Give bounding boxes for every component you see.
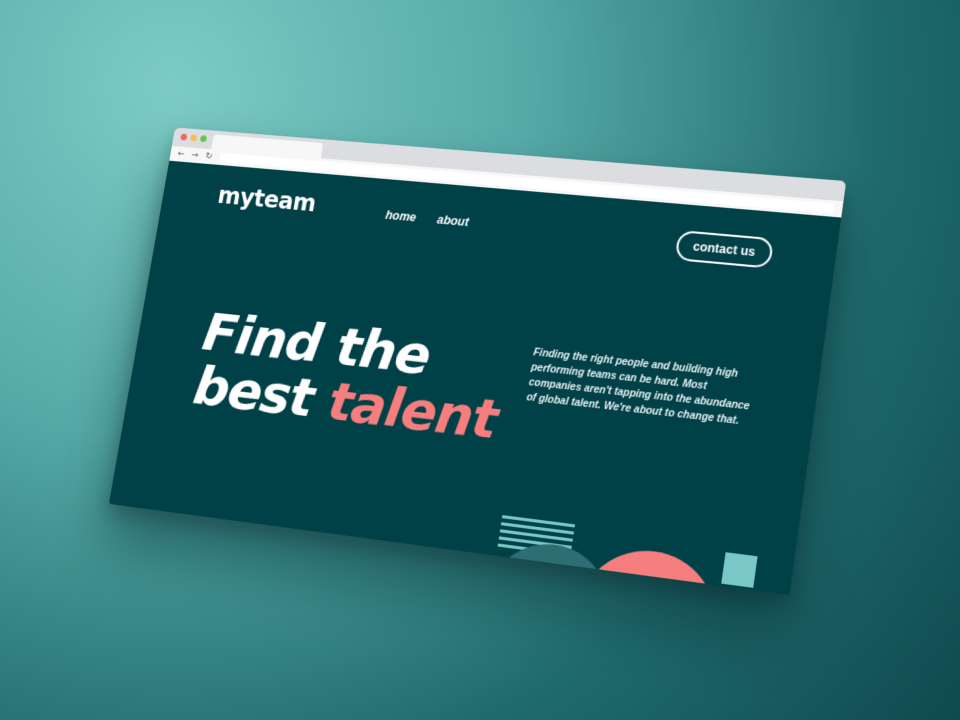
close-window-button[interactable] xyxy=(180,133,188,141)
hero-headline: Find the best talent xyxy=(189,302,509,452)
background: ← → ↻ myteam home about contact us Find … xyxy=(0,0,960,720)
minimize-window-button[interactable] xyxy=(189,134,198,142)
contact-us-button[interactable]: contact us xyxy=(674,229,775,269)
headline-plain-word: best xyxy=(189,354,318,430)
arrow-left-icon[interactable]: ← xyxy=(177,149,185,159)
web-page: myteam home about contact us Find the be… xyxy=(108,160,842,595)
decorative-teal-square xyxy=(721,552,758,588)
decorative-coral-ring xyxy=(566,542,725,595)
site-logo[interactable]: myteam xyxy=(216,182,318,217)
nav-link-about[interactable]: about xyxy=(436,213,470,229)
main-nav: home about xyxy=(385,208,470,229)
window-controls xyxy=(180,133,208,143)
maximize-window-button[interactable] xyxy=(199,135,208,143)
nav-link-home[interactable]: home xyxy=(385,208,418,224)
browser-window: ← → ↻ myteam home about contact us Find … xyxy=(108,127,847,595)
hero-intro-text: Finding the right people and building hi… xyxy=(525,347,751,428)
reload-icon[interactable]: ↻ xyxy=(205,151,213,161)
arrow-right-icon[interactable]: → xyxy=(191,150,199,160)
